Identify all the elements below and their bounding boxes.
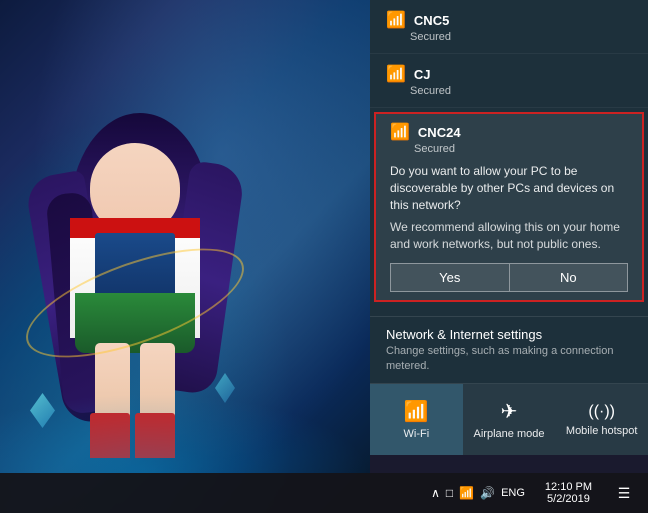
taskbar-system-icons: ∧ □ 📶 🔊 ENG — [423, 486, 533, 500]
language-label[interactable]: ENG — [501, 487, 525, 499]
taskbar-date: 5/2/2019 — [547, 493, 590, 505]
mobile-quick-label: Mobile hotspot — [566, 425, 638, 437]
network-panel: 📶 CNC5 Secured 📶 CJ Secured 📶 CNC24 Secu… — [370, 0, 648, 455]
settings-subtitle: Change settings, such as making a connec… — [386, 344, 632, 373]
airplane-quick-label: Airplane mode — [474, 428, 545, 440]
wifi-quick-icon: 📶 — [404, 399, 429, 424]
mobile-hotspot-quick-btn[interactable]: ((·)) Mobile hotspot — [555, 384, 648, 455]
discovery-buttons: Yes No — [390, 263, 628, 292]
wifi-icon-cnc24: 📶 — [390, 122, 410, 142]
taskbar: ∧ □ 📶 🔊 ENG 12:10 PM 5/2/2019 ☰ — [0, 473, 648, 513]
settings-title: Network & Internet settings — [386, 327, 632, 342]
no-button[interactable]: No — [509, 263, 629, 292]
yes-button[interactable]: Yes — [390, 263, 509, 292]
notification-icon: ☰ — [618, 485, 631, 502]
discovery-note: We recommend allowing this on your home … — [390, 219, 628, 253]
wifi-quick-btn[interactable]: 📶 Wi-Fi — [370, 384, 463, 455]
cnc24-name: CNC24 — [418, 125, 461, 140]
network-item-cnc5[interactable]: 📶 CNC5 Secured — [370, 0, 648, 54]
discovery-question: Do you want to allow your PC to be disco… — [390, 163, 628, 213]
network-item-scufita[interactable]: 📶 SCUFITA Secured — [370, 306, 648, 316]
cnc5-status: Secured — [386, 31, 632, 43]
wifi-icon-cnc5: 📶 — [386, 10, 406, 30]
cnc5-name: CNC5 — [414, 13, 449, 28]
taskbar-right: ∧ □ 📶 🔊 ENG 12:10 PM 5/2/2019 ☰ — [423, 473, 648, 513]
network-settings-link[interactable]: Network & Internet settings Change setti… — [370, 316, 648, 383]
network-list: 📶 CNC5 Secured 📶 CJ Secured 📶 CNC24 Secu… — [370, 0, 648, 316]
action-center-icon[interactable]: □ — [446, 486, 453, 500]
mobile-quick-icon: ((·)) — [588, 403, 615, 421]
volume-icon[interactable]: 🔊 — [480, 486, 495, 500]
wifi-tray-icon[interactable]: 📶 — [459, 486, 474, 500]
ground-glow — [0, 393, 370, 473]
cnc5-name-row: 📶 CNC5 — [386, 10, 632, 30]
network-item-cnc24[interactable]: 📶 CNC24 Secured Do you want to allow you… — [374, 112, 644, 302]
quick-actions-bar: 📶 Wi-Fi ✈ Airplane mode ((·)) Mobile hot… — [370, 383, 648, 455]
wifi-quick-label: Wi-Fi — [404, 428, 430, 440]
taskbar-time: 12:10 PM — [545, 481, 592, 493]
cnc24-name-row: 📶 CNC24 — [390, 122, 628, 142]
wallpaper-background — [0, 0, 370, 513]
cnc24-status: Secured — [390, 143, 628, 155]
taskbar-clock[interactable]: 12:10 PM 5/2/2019 — [537, 473, 600, 513]
airplane-quick-btn[interactable]: ✈ Airplane mode — [463, 384, 556, 455]
cj-status: Secured — [386, 85, 632, 97]
cj-name: CJ — [414, 67, 431, 82]
network-item-cj[interactable]: 📶 CJ Secured — [370, 54, 648, 108]
wifi-icon-cj: 📶 — [386, 64, 406, 84]
notification-center-button[interactable]: ☰ — [604, 473, 644, 513]
cj-name-row: 📶 CJ — [386, 64, 632, 84]
chevron-up-icon[interactable]: ∧ — [431, 486, 440, 500]
airplane-quick-icon: ✈ — [501, 399, 518, 424]
